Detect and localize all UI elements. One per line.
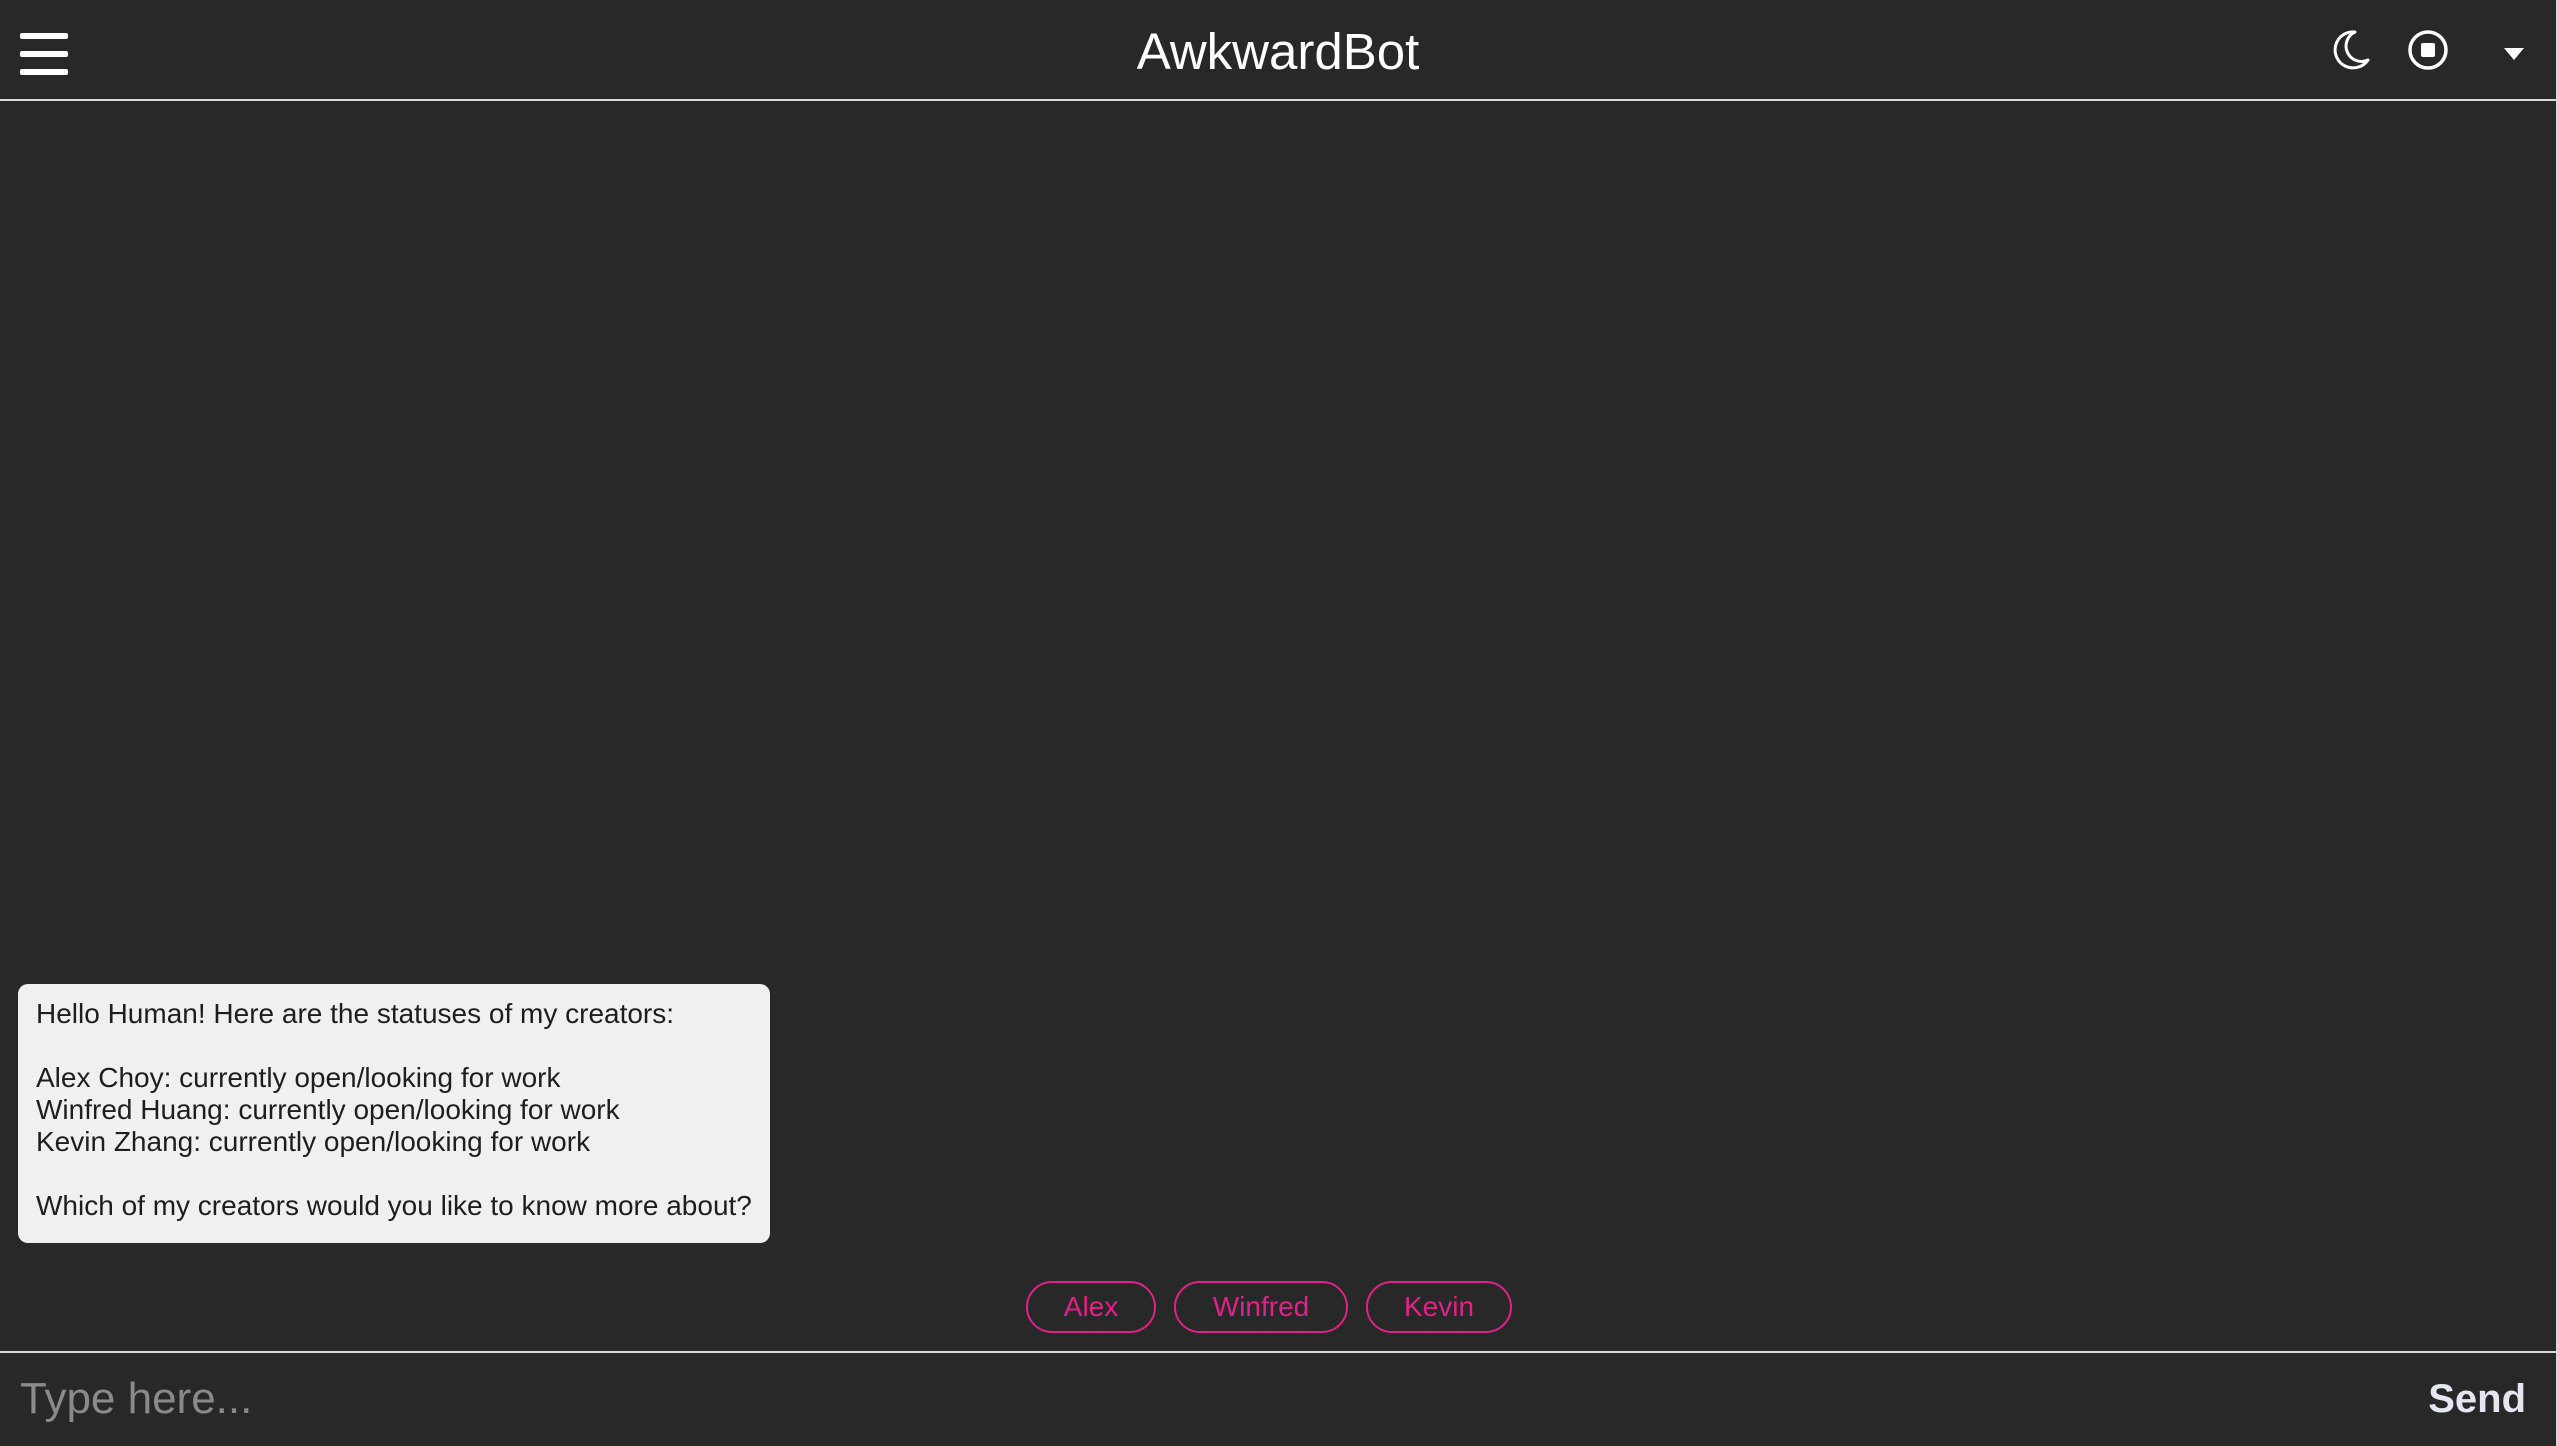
message-line: Alex Choy: currently open/looking for wo…: [36, 1062, 561, 1093]
composer-bar: Send: [0, 1351, 2556, 1446]
quick-reply-kevin-button[interactable]: Kevin: [1366, 1281, 1512, 1333]
quick-reply-winfred-button[interactable]: Winfred: [1174, 1281, 1348, 1333]
message-line: Winfred Huang: currently open/looking fo…: [36, 1094, 620, 1125]
chat-app: AwkwardBot Hello Human! Here are the sta…: [0, 0, 2558, 1446]
app-header: AwkwardBot: [0, 0, 2556, 101]
message-line: Hello Human! Here are the statuses of my…: [36, 998, 675, 1029]
message-line: Which of my creators would you like to k…: [36, 1190, 752, 1221]
send-button[interactable]: Send: [2428, 1371, 2526, 1427]
message-line: Kevin Zhang: currently open/looking for …: [36, 1126, 591, 1157]
caret-down-icon[interactable]: [2503, 47, 2525, 61]
stop-circle-icon[interactable]: [2406, 28, 2450, 72]
page-title: AwkwardBot: [1136, 23, 1420, 80]
moon-icon[interactable]: [2328, 28, 2372, 72]
message-input[interactable]: [20, 1371, 2380, 1427]
bot-message-bubble: Hello Human! Here are the statuses of my…: [18, 984, 770, 1243]
quick-replies: Alex Winfred Kevin: [0, 1281, 2556, 1333]
quick-reply-alex-button[interactable]: Alex: [1026, 1281, 1156, 1333]
